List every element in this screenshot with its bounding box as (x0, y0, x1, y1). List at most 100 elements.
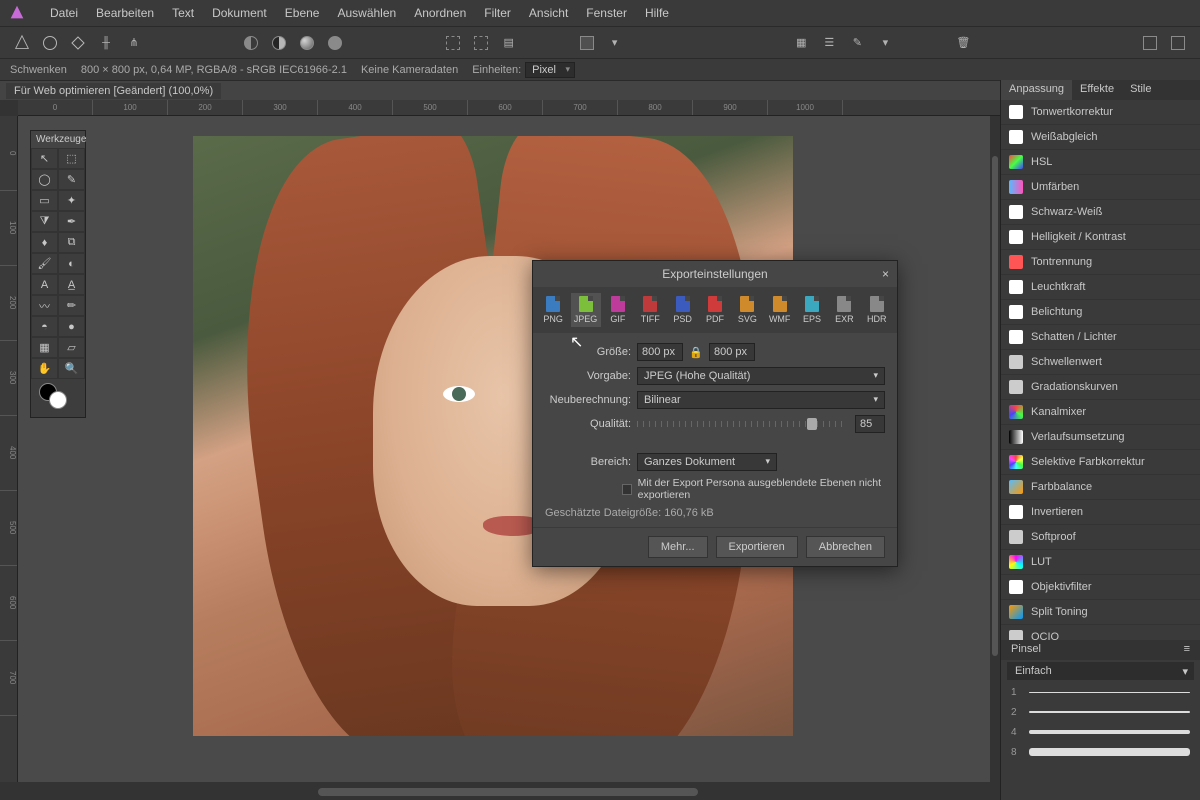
dialog-close-icon[interactable]: × (882, 267, 889, 281)
adjustment-item[interactable]: Objektivfilter (1001, 575, 1200, 600)
menu-filter[interactable]: Filter (484, 6, 511, 20)
snapping-icon[interactable] (577, 33, 597, 53)
format-jpeg[interactable]: JPEG (571, 293, 601, 327)
menu-anordnen[interactable]: Anordnen (414, 6, 466, 20)
adjustment-item[interactable]: Weißabgleich (1001, 125, 1200, 150)
menu-dokument[interactable]: Dokument (212, 6, 267, 20)
format-eps[interactable]: EPS (797, 293, 827, 327)
adjustment-item[interactable]: OCIO (1001, 625, 1200, 640)
blend-mode-icon[interactable] (241, 33, 261, 53)
layout-2-icon[interactable] (1168, 33, 1188, 53)
wand-tool[interactable]: ✦ (58, 190, 85, 211)
lasso-tool[interactable]: ◯ (31, 169, 58, 190)
area-select[interactable]: Ganzes Dokument (637, 453, 777, 471)
format-tiff[interactable]: TIFF (635, 293, 665, 327)
more-button[interactable]: Mehr... (648, 536, 708, 558)
persona-export-icon[interactable]: ⋔ (124, 33, 144, 53)
brush-row[interactable]: 1 (1001, 682, 1200, 702)
zoom-tool[interactable]: 🔍 (58, 358, 85, 379)
brush-row[interactable]: 2 (1001, 702, 1200, 722)
grid-icon[interactable]: ▦ (791, 33, 811, 53)
adjustment-item[interactable]: Schwarz-Weiß (1001, 200, 1200, 225)
adjustment-item[interactable]: Farbbalance (1001, 475, 1200, 500)
menu-fenster[interactable]: Fenster (586, 6, 627, 20)
resample-select[interactable]: Bilinear (637, 391, 885, 409)
persona-tone-icon[interactable]: ╫ (96, 33, 116, 53)
brush-panel-menu-icon[interactable]: ≡ (1184, 643, 1190, 657)
export-button[interactable]: Exportieren (716, 536, 798, 558)
pencil-tool[interactable]: ✏ (58, 295, 85, 316)
menu-ebene[interactable]: Ebene (285, 6, 320, 20)
selection-add-icon[interactable] (471, 33, 491, 53)
paint-tool[interactable]: 🖌 (31, 253, 58, 274)
height-input[interactable]: 800 px (709, 343, 755, 361)
format-hdr[interactable]: HDR (862, 293, 892, 327)
clone-tool[interactable]: ⧉ (58, 232, 85, 253)
trash-icon[interactable]: 🗑 (953, 33, 973, 53)
hand-tool[interactable]: ✋ (31, 358, 58, 379)
format-gif[interactable]: GIF (603, 293, 633, 327)
align-icon[interactable]: ☰ (819, 33, 839, 53)
adjustment-item[interactable]: Belichtung (1001, 300, 1200, 325)
format-svg[interactable]: SVG (732, 293, 762, 327)
format-wmf[interactable]: WMF (765, 293, 795, 327)
text-tool[interactable]: A (31, 274, 58, 295)
adjustment-item[interactable]: Gradationskurven (1001, 375, 1200, 400)
adjustment-item[interactable]: Schwellenwert (1001, 350, 1200, 375)
snapping-drop-icon[interactable]: ▾ (605, 33, 625, 53)
adjustment-item[interactable]: Softproof (1001, 525, 1200, 550)
frame-text-tool[interactable]: A̲ (58, 274, 85, 295)
format-psd[interactable]: PSD (668, 293, 698, 327)
shape-tool[interactable]: ♦ (31, 232, 58, 253)
perspective-tool[interactable]: ▱ (58, 337, 85, 358)
menu-text[interactable]: Text (172, 6, 194, 20)
vector-brush-tool[interactable]: 〰 (31, 295, 58, 316)
adjustment-item[interactable]: Helligkeit / Kontrast (1001, 225, 1200, 250)
format-png[interactable]: PNG (538, 293, 568, 327)
adjustment-item[interactable]: Tontrennung (1001, 250, 1200, 275)
fill-icon[interactable] (325, 33, 345, 53)
tab-anpassung[interactable]: Anpassung (1001, 80, 1072, 100)
gradient-icon[interactable] (297, 33, 317, 53)
mesh-tool[interactable]: ▦ (31, 337, 58, 358)
menu-datei[interactable]: Datei (50, 6, 78, 20)
eraser-tool[interactable]: ◐ (58, 253, 85, 274)
background-color[interactable] (49, 391, 67, 409)
preset-select[interactable]: JPEG (Hohe Qualität) (637, 367, 885, 385)
adjustment-item[interactable]: HSL (1001, 150, 1200, 175)
assistant-icon[interactable]: ✎ (847, 33, 867, 53)
gradient-tool[interactable]: ● (58, 316, 85, 337)
assistant-drop-icon[interactable]: ▾ (875, 33, 895, 53)
persona-develop-icon[interactable] (68, 33, 88, 53)
format-exr[interactable]: EXR (829, 293, 859, 327)
quality-input[interactable]: 85 (855, 415, 885, 433)
adjustment-item[interactable]: Verlaufsumsetzung (1001, 425, 1200, 450)
adjustment-item[interactable]: Schatten / Lichter (1001, 325, 1200, 350)
tab-effekte[interactable]: Effekte (1072, 80, 1122, 100)
hidden-layers-checkbox[interactable] (622, 484, 631, 495)
adjustment-item[interactable]: Kanalmixer (1001, 400, 1200, 425)
brush-row[interactable]: 8 (1001, 742, 1200, 762)
brush-category-select[interactable]: Einfach (1007, 662, 1194, 680)
adjustment-item[interactable]: Selektive Farbkorrektur (1001, 450, 1200, 475)
marquee-tool[interactable]: ▭ (31, 190, 58, 211)
pen-tool[interactable]: ✒ (58, 211, 85, 232)
format-pdf[interactable]: PDF (700, 293, 730, 327)
quality-slider[interactable] (637, 421, 843, 427)
selection-marquee-icon[interactable] (443, 33, 463, 53)
adjustment-item[interactable]: Leuchtkraft (1001, 275, 1200, 300)
adjustment-item[interactable]: Tonwertkorrektur (1001, 100, 1200, 125)
horizontal-scrollbar[interactable] (18, 784, 1000, 800)
color-swatches[interactable] (35, 383, 81, 413)
fill-tool[interactable]: ◓ (31, 316, 58, 337)
document-tab[interactable]: Für Web optimieren [Geändert] (100,0%) (6, 83, 221, 99)
layout-1-icon[interactable] (1140, 33, 1160, 53)
adjustment-item[interactable]: Invertieren (1001, 500, 1200, 525)
menu-auswaehlen[interactable]: Auswählen (337, 6, 396, 20)
brush-row[interactable]: 4 (1001, 722, 1200, 742)
quick-mask-icon[interactable]: ▤ (499, 33, 519, 53)
node-tool[interactable]: ⬚ (58, 148, 85, 169)
move-tool[interactable]: ↖ (31, 148, 58, 169)
adjustment-item[interactable]: Umfärben (1001, 175, 1200, 200)
vertical-scrollbar[interactable] (990, 116, 1000, 784)
